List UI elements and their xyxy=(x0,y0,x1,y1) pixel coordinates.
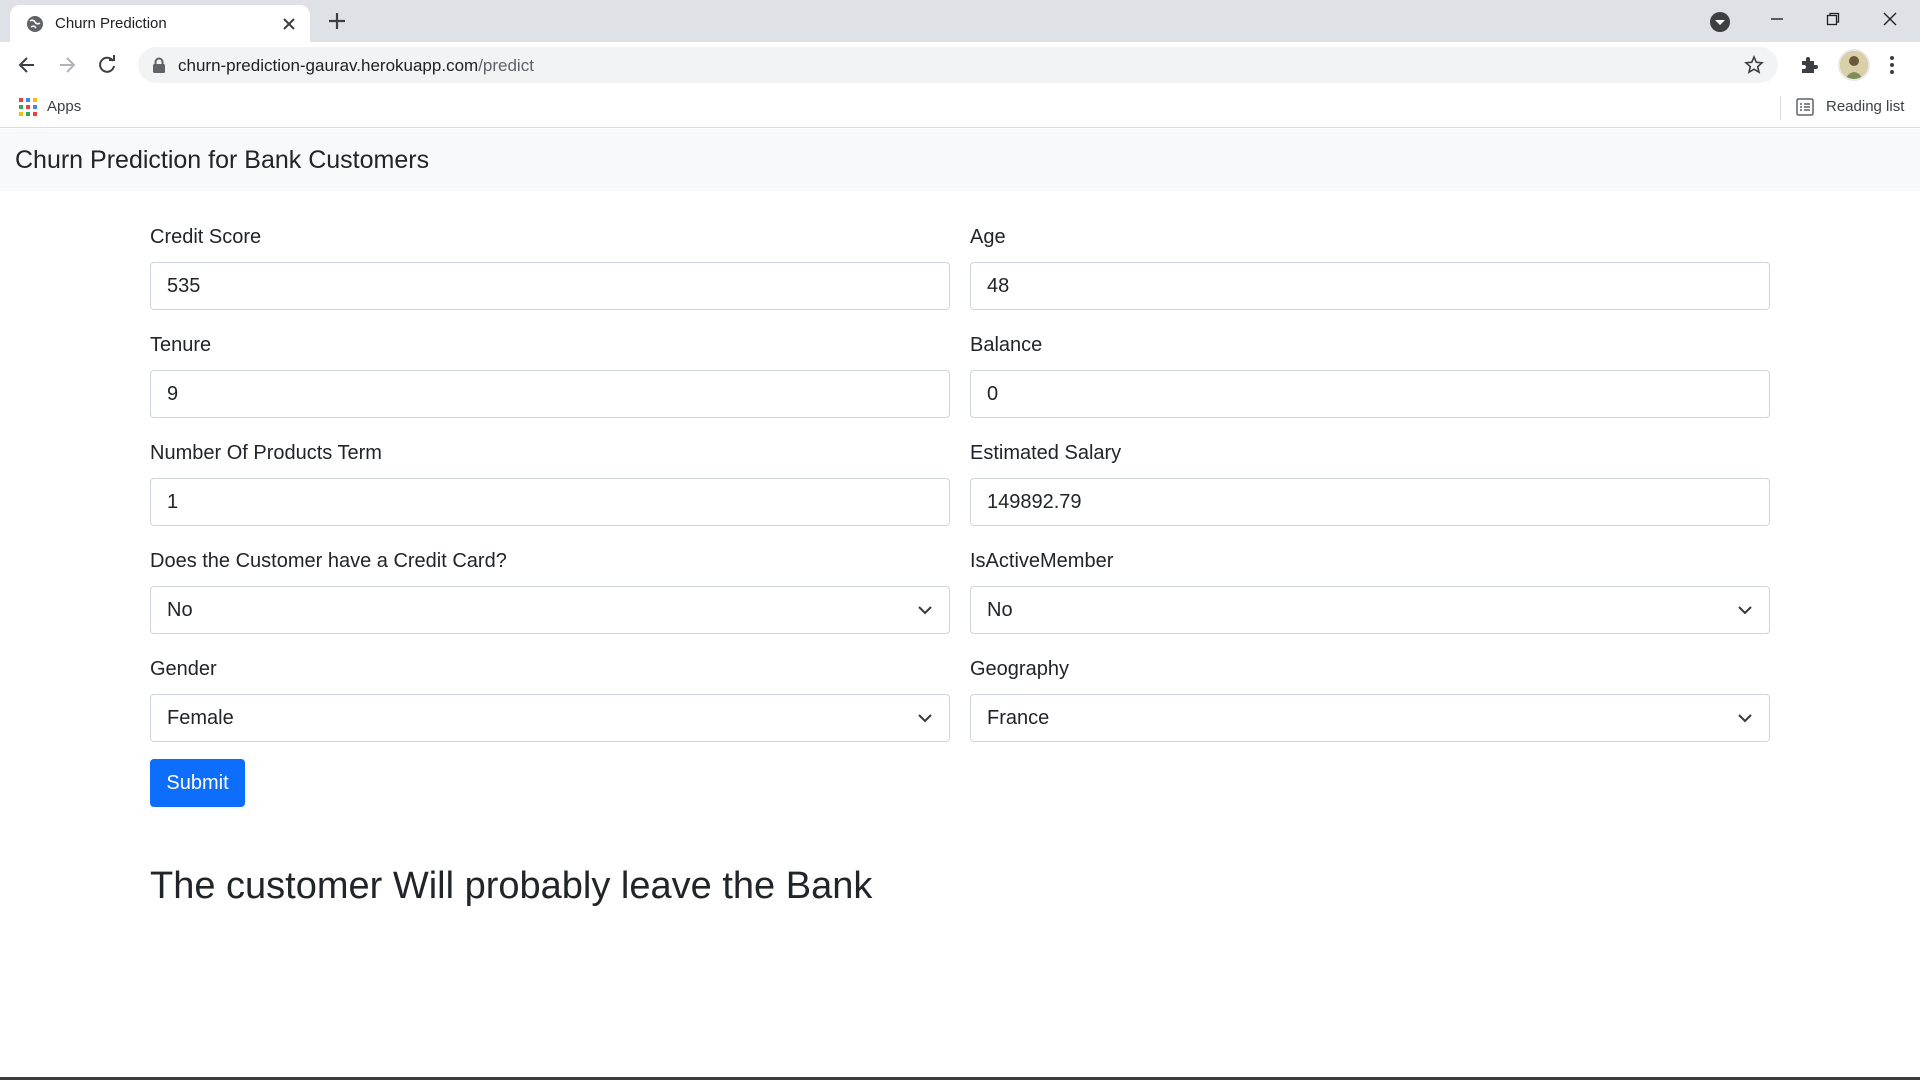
num-products-group: Number Of Products Term 1 xyxy=(150,441,950,526)
chevron-down-icon xyxy=(918,606,932,615)
close-window-button[interactable] xyxy=(1862,0,1918,38)
chevron-down-icon xyxy=(918,714,932,723)
active-member-selected: No xyxy=(987,599,1013,621)
age-label: Age xyxy=(970,226,1006,248)
close-tab-icon[interactable] xyxy=(278,13,300,35)
gender-group: Gender Female xyxy=(150,657,950,742)
globe-icon xyxy=(27,16,43,32)
gender-label: Gender xyxy=(150,658,217,680)
active-member-group: IsActiveMember No xyxy=(970,549,1770,634)
bookmark-star-icon[interactable] xyxy=(1744,55,1764,75)
divider xyxy=(1780,96,1781,120)
kebab-menu-icon[interactable] xyxy=(1882,53,1902,77)
balance-input[interactable]: 0 xyxy=(970,370,1770,418)
page-navbar: Churn Prediction for Bank Customers xyxy=(0,129,1920,191)
minimize-icon xyxy=(1771,18,1783,20)
credit-card-selected: No xyxy=(167,599,193,621)
submit-button[interactable]: Submit xyxy=(150,759,245,807)
balance-label: Balance xyxy=(970,334,1043,356)
geography-selected: France xyxy=(987,707,1050,729)
credit-score-group: Credit Score 535 xyxy=(150,225,950,310)
forward-button[interactable] xyxy=(52,50,82,80)
chevron-down-icon xyxy=(1738,714,1752,723)
browser-tab[interactable]: Churn Prediction xyxy=(10,5,310,42)
url-text: churn-prediction-gaurav.herokuapp.com/pr… xyxy=(178,56,534,76)
browser-toolbar: churn-prediction-gaurav.herokuapp.com/pr… xyxy=(0,42,1920,88)
geography-label: Geography xyxy=(970,658,1069,680)
num-products-label: Number Of Products Term xyxy=(150,442,382,464)
bookmarks-bar: Apps Reading list xyxy=(0,88,1920,128)
geography-select[interactable]: France xyxy=(970,694,1770,742)
tenure-group: Tenure 9 xyxy=(150,333,950,418)
balance-group: Balance 0 xyxy=(970,333,1770,418)
credit-score-label: Credit Score xyxy=(150,226,262,248)
reading-list-icon[interactable] xyxy=(1796,98,1814,116)
extensions-puzzle-icon[interactable] xyxy=(1798,53,1822,77)
estimated-salary-group: Estimated Salary 149892.79 xyxy=(970,441,1770,526)
prediction-result: The customer Will probably leave the Ban… xyxy=(150,865,873,907)
tab-search-icon[interactable] xyxy=(1708,10,1732,34)
restore-button[interactable] xyxy=(1805,0,1861,38)
tab-strip: Churn Prediction xyxy=(0,0,1920,42)
url-path: /predict xyxy=(478,56,534,75)
tenure-label: Tenure xyxy=(150,334,212,356)
address-bar[interactable]: churn-prediction-gaurav.herokuapp.com/pr… xyxy=(138,47,1778,83)
gender-selected: Female xyxy=(167,707,234,729)
tenure-input[interactable]: 9 xyxy=(150,370,950,418)
reload-icon xyxy=(99,55,115,73)
num-products-input[interactable]: 1 xyxy=(150,478,950,526)
back-button[interactable] xyxy=(12,50,42,80)
credit-card-select[interactable]: No xyxy=(150,586,950,634)
active-member-select[interactable]: No xyxy=(970,586,1770,634)
estimated-salary-input[interactable]: 149892.79 xyxy=(970,478,1770,526)
lock-icon[interactable] xyxy=(152,57,166,73)
arrow-left-icon xyxy=(18,57,34,73)
reading-list-button[interactable]: Reading list xyxy=(1826,98,1904,115)
restore-icon xyxy=(1826,12,1840,26)
reload-button[interactable] xyxy=(92,50,122,80)
new-tab-icon[interactable] xyxy=(322,9,352,33)
age-group: Age 48 xyxy=(970,225,1770,310)
estimated-salary-label: Estimated Salary xyxy=(970,442,1122,464)
navbar-brand[interactable]: Churn Prediction for Bank Customers xyxy=(15,146,429,175)
minimize-button[interactable] xyxy=(1749,0,1805,38)
arrow-right-icon xyxy=(60,57,76,73)
person-icon xyxy=(1840,51,1868,79)
url-host: churn-prediction-gaurav.herokuapp.com xyxy=(178,56,479,75)
tab-title: Churn Prediction xyxy=(55,15,167,32)
credit-card-group: Does the Customer have a Credit Card? No xyxy=(150,549,950,634)
credit-score-input[interactable]: 535 xyxy=(150,262,950,310)
close-icon xyxy=(1883,12,1897,26)
apps-grid-icon[interactable] xyxy=(19,98,37,116)
gender-select[interactable]: Female xyxy=(150,694,950,742)
active-member-label: IsActiveMember xyxy=(970,550,1114,572)
profile-avatar[interactable] xyxy=(1838,49,1870,81)
geography-group: Geography France xyxy=(970,657,1770,742)
credit-card-label: Does the Customer have a Credit Card? xyxy=(150,550,507,572)
apps-link[interactable]: Apps xyxy=(47,98,81,115)
age-input[interactable]: 48 xyxy=(970,262,1770,310)
chevron-down-icon xyxy=(1738,606,1752,615)
